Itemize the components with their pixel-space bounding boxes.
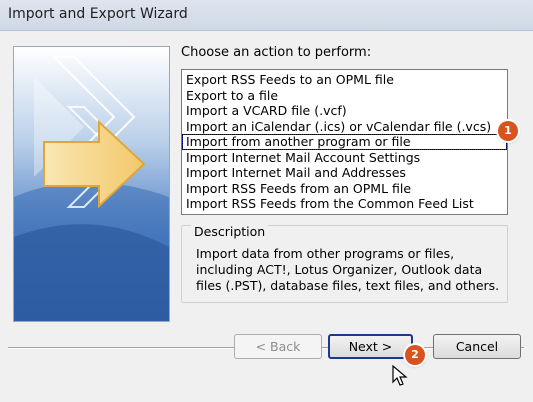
- action-item-import-icalendar[interactable]: Import an iCalendar (.ics) or vCalendar …: [182, 119, 507, 135]
- description-label: Description: [191, 224, 269, 239]
- action-item-export-to-file[interactable]: Export to a file: [182, 88, 507, 104]
- action-item-import-from-program[interactable]: Import from another program or file: [182, 134, 507, 150]
- action-item-import-vcard[interactable]: Import a VCARD file (.vcf): [182, 103, 507, 119]
- description-group: Description Import data from other progr…: [181, 224, 508, 303]
- description-text: Import data from other programs or files…: [196, 246, 500, 293]
- next-button[interactable]: Next >: [328, 334, 413, 359]
- action-item-import-mail-account-settings[interactable]: Import Internet Mail Account Settings: [182, 150, 507, 166]
- wizard-arrows-graphic: [13, 46, 170, 322]
- action-item-import-rss-opml[interactable]: Import RSS Feeds from an OPML file: [182, 181, 507, 197]
- step-badge-2: 2: [405, 345, 425, 365]
- action-prompt-label: Choose an action to perform:: [181, 45, 372, 60]
- window-title: Import and Export Wizard: [8, 6, 188, 22]
- action-item-import-rss-common-feed[interactable]: Import RSS Feeds from the Common Feed Li…: [182, 196, 507, 212]
- action-list[interactable]: Export RSS Feeds to an OPML file Export …: [181, 69, 508, 215]
- step-badge-1: 1: [498, 121, 518, 141]
- title-bar[interactable]: Import and Export Wizard: [0, 0, 533, 31]
- mouse-cursor-icon: [392, 364, 408, 390]
- action-item-export-rss-opml[interactable]: Export RSS Feeds to an OPML file: [182, 72, 507, 88]
- back-button[interactable]: < Back: [234, 334, 322, 359]
- import-export-wizard-window: Import and Export Wizard Choose an actio…: [0, 0, 533, 402]
- cancel-button[interactable]: Cancel: [433, 334, 521, 359]
- action-item-import-mail-addresses[interactable]: Import Internet Mail and Addresses: [182, 165, 507, 181]
